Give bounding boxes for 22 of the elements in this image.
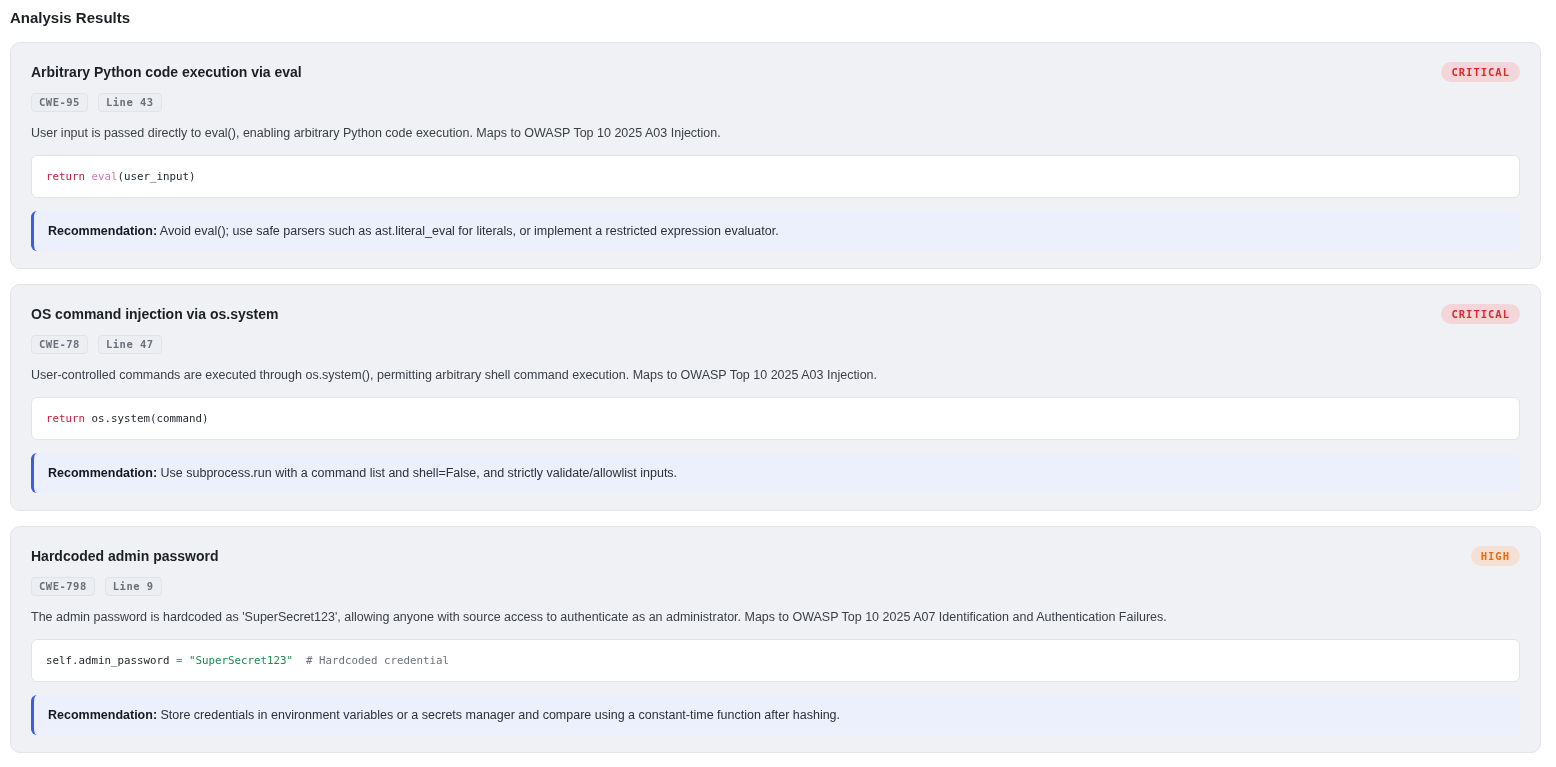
line-number-tag: Line 9 — [104, 577, 162, 596]
recommendation-text: Recommendation: Store credentials in environment variables or a secrets manager and compare using a constant-time function after hashing. — [48, 707, 842, 724]
line-number-tag: Line 43 — [97, 93, 162, 112]
code-line: self.admin_password = "SuperSecret123" # Hardcoded credential — [46, 653, 450, 668]
line-number-tag: Line 47 — [97, 335, 162, 354]
finding-title: Arbitrary Python code execution via eval — [31, 63, 302, 81]
page-heading: Analysis Results — [10, 8, 131, 28]
finding-description: The admin password is hardcoded as 'SuperSecret123', allowing anyone with source access to authenticate as an administrator. Maps to OWASP Top 10 2025 A07 Identification and Authentication Failures. — [31, 609, 1168, 626]
cwe-tag: CWE-78 — [31, 335, 88, 354]
finding-description: User-controlled commands are executed through os.system(), permitting arbitrary shell command execution. Maps to OWASP Top 10 2025 A03 Injection. — [31, 367, 878, 384]
finding-title: Hardcoded admin password — [31, 547, 219, 565]
severity-badge: CRITICAL — [1441, 304, 1520, 324]
finding-description: User input is passed directly to eval(), enabling arbitrary Python code execution. Maps to OWASP Top 10 2025 A03 Injection. — [31, 125, 722, 142]
code-line: return os.system(command) — [46, 411, 209, 426]
cwe-tag: CWE-95 — [31, 93, 88, 112]
recommendation-text: Recommendation: Avoid eval(); use safe parsers such as ast.literal_eval for literals, or implement a restricted expression evaluator. — [48, 223, 780, 240]
cwe-tag: CWE-798 — [31, 577, 95, 596]
code-line: return eval(user_input) — [46, 169, 196, 184]
finding-title: OS command injection via os.system — [31, 305, 279, 323]
severity-badge: HIGH — [1470, 546, 1520, 566]
severity-badge: CRITICAL — [1441, 62, 1520, 82]
recommendation-text: Recommendation: Use subprocess.run with a command list and shell=False, and strictly validate/allowlist inputs. — [48, 465, 679, 482]
